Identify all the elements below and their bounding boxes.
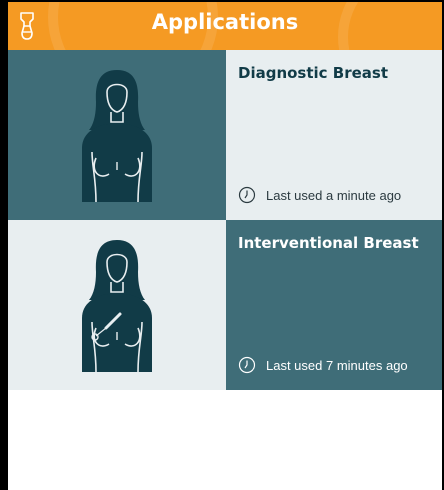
page-title: Applications — [151, 10, 299, 34]
diagnostic-breast-card[interactable]: Diagnostic Breast Last used a minute ago — [226, 50, 442, 220]
diagnostic-breast-tile[interactable] — [8, 50, 226, 220]
last-used-text: Last used a minute ago — [266, 187, 402, 203]
diagnostic-breast-figure-icon — [82, 70, 152, 203]
last-used-text: Last used 7 minutes ago — [266, 357, 408, 373]
interventional-breast-card[interactable]: Interventional Breast Last used 7 minute… — [226, 220, 442, 390]
clock-icon — [238, 356, 256, 374]
application-grid: Diagnostic Breast Last used a minute ago — [8, 50, 442, 390]
clock-icon — [238, 186, 256, 204]
last-used-row: Last used 7 minutes ago — [238, 356, 408, 374]
last-used-row: Last used a minute ago — [238, 186, 401, 204]
interventional-breast-tile[interactable] — [8, 220, 226, 390]
interventional-breast-figure-icon — [82, 240, 152, 373]
application-name: Interventional Breast — [238, 234, 419, 252]
application-name: Diagnostic Breast — [238, 64, 389, 82]
application-row[interactable]: Diagnostic Breast Last used a minute ago — [8, 50, 442, 220]
application-row[interactable]: Interventional Breast Last used 7 minute… — [8, 220, 442, 390]
header-bar: Applications — [8, 2, 442, 50]
app-window: Applications Diagnostic Breast Last used… — [0, 0, 444, 490]
